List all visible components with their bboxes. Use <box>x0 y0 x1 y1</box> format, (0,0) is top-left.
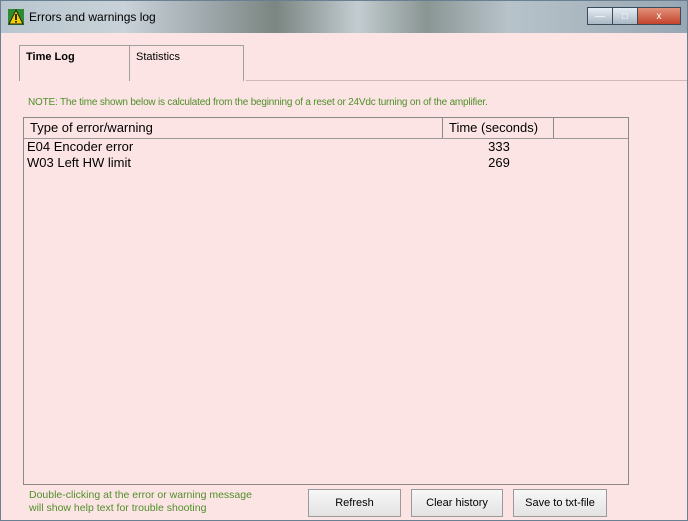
column-header-type[interactable]: Type of error/warning <box>24 118 443 138</box>
column-header-time[interactable]: Time (seconds) <box>443 118 554 138</box>
close-icon[interactable]: x <box>637 7 681 25</box>
help-hint: Double-clicking at the error or warning … <box>29 489 252 515</box>
maximize-icon[interactable]: □ <box>612 7 638 25</box>
save-to-txt-button[interactable]: Save to txt-file <box>513 489 607 517</box>
window-controls: — □ x <box>587 7 681 27</box>
refresh-button[interactable]: Refresh <box>308 489 401 517</box>
column-header-empty <box>554 118 629 138</box>
cell-error-type: E04 Encoder error <box>27 139 134 154</box>
error-log-table[interactable]: Type of error/warning Time (seconds) E04… <box>23 117 629 485</box>
tab-divider <box>246 80 687 81</box>
cell-time: 269 <box>488 155 510 170</box>
window-title: Errors and warnings log <box>29 10 156 24</box>
warning-icon <box>8 9 24 25</box>
minimize-icon[interactable]: — <box>587 7 613 25</box>
tab-statistics[interactable]: Statistics <box>129 45 244 81</box>
help-hint-line-1: Double-clicking at the error or warning … <box>29 489 252 501</box>
errors-warnings-window: Errors and warnings log — □ x Time Log S… <box>0 0 688 521</box>
title-bar[interactable]: Errors and warnings log — □ x <box>1 1 687 33</box>
table-row[interactable]: W03 Left HW limit 269 <box>24 155 628 171</box>
table-row[interactable]: E04 Encoder error 333 <box>24 139 628 155</box>
note-text: NOTE: The time shown below is calculated… <box>28 97 488 108</box>
table-header: Type of error/warning Time (seconds) <box>24 118 628 139</box>
clear-history-button[interactable]: Clear history <box>411 489 503 517</box>
cell-time: 333 <box>488 139 510 154</box>
tab-time-log[interactable]: Time Log <box>19 45 130 81</box>
help-hint-line-2: will show help text for trouble shooting <box>29 502 207 514</box>
cell-error-type: W03 Left HW limit <box>27 155 132 170</box>
